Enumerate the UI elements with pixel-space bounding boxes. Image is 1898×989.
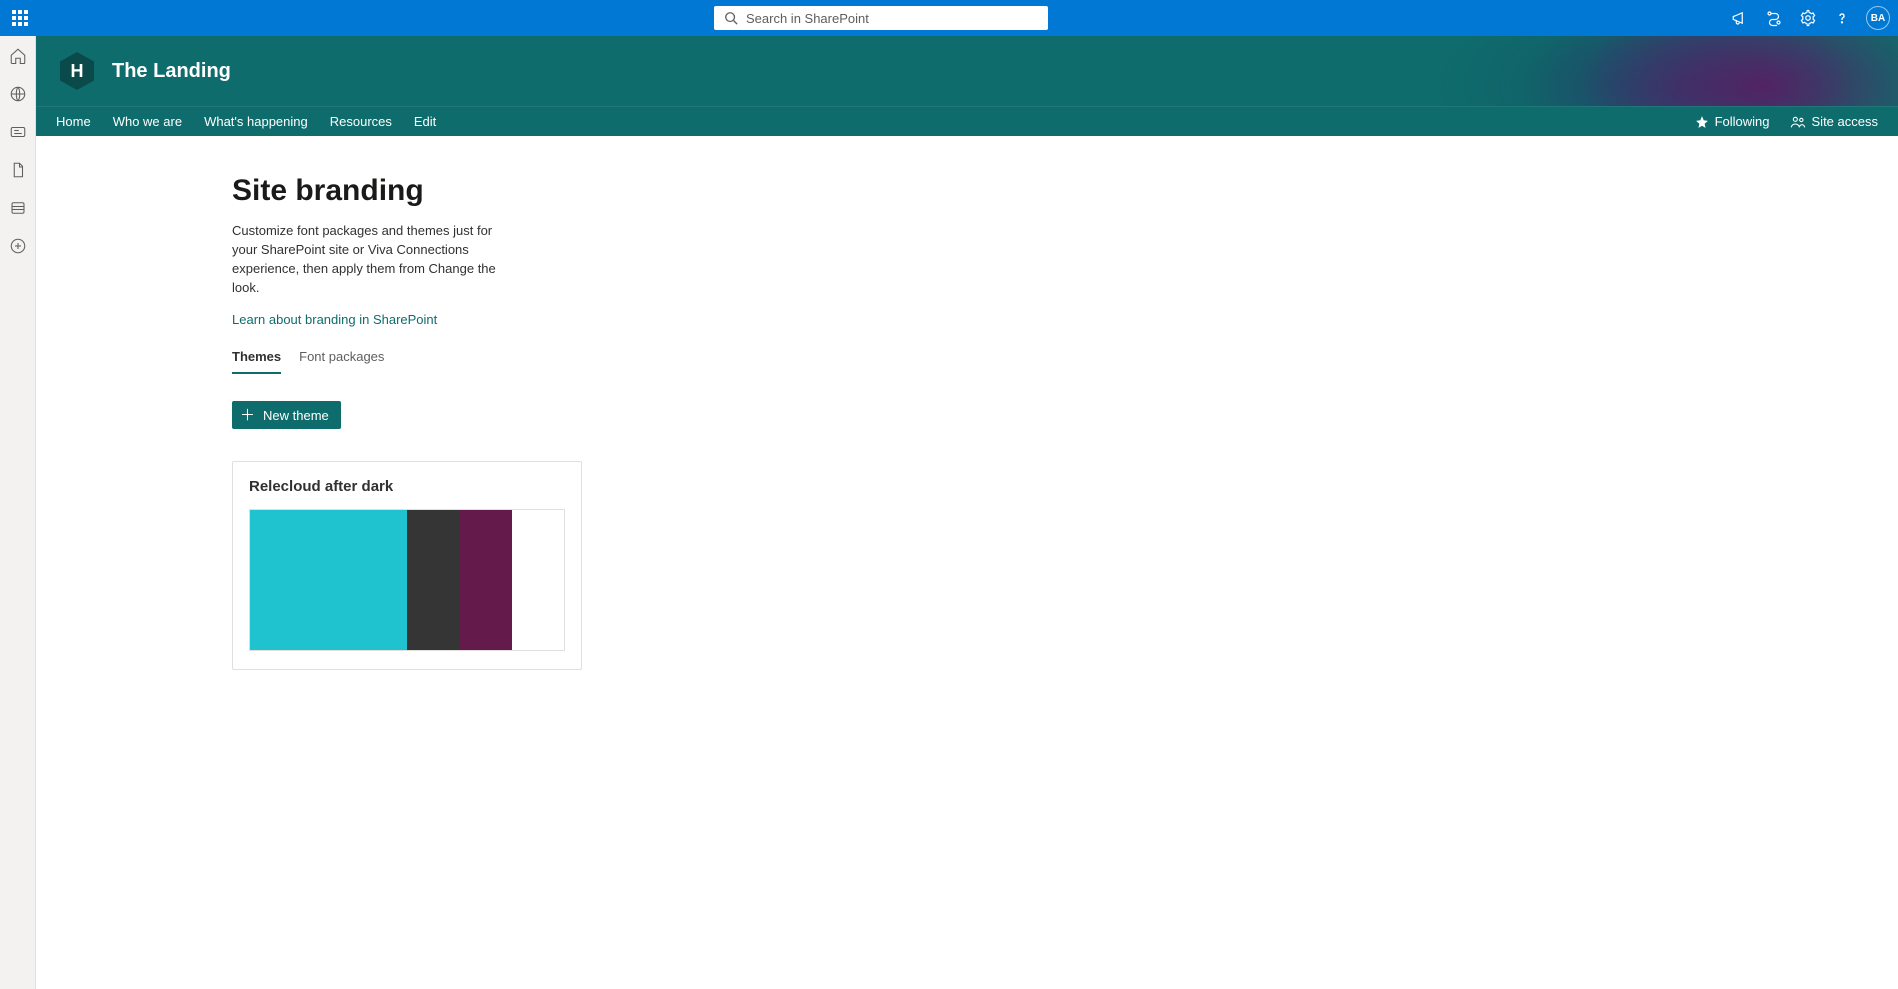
nav-happening[interactable]: What's happening	[204, 114, 308, 129]
app-launcher-icon[interactable]	[8, 6, 32, 30]
content: Site branding Customize font packages an…	[36, 136, 1898, 730]
learn-link[interactable]: Learn about branding in SharePoint	[232, 312, 437, 327]
site-nav: Home Who we are What's happening Resourc…	[36, 106, 1898, 136]
topbar-right: BA	[1730, 6, 1890, 30]
new-theme-button[interactable]: ＋ New theme	[232, 401, 341, 429]
settings-icon[interactable]	[1798, 8, 1818, 28]
star-icon	[1695, 115, 1709, 129]
nav-right: Following Site access	[1695, 114, 1878, 129]
suite-header: Search in SharePoint BA	[0, 0, 1898, 36]
page-description: Customize font packages and themes just …	[232, 222, 512, 297]
files-icon[interactable]	[8, 160, 28, 180]
flow-icon[interactable]	[1764, 8, 1784, 28]
site-access-button[interactable]: Site access	[1790, 114, 1878, 129]
nav-home[interactable]: Home	[56, 114, 91, 129]
site-header: H The Landing	[36, 36, 1898, 106]
nav-edit[interactable]: Edit	[414, 114, 436, 129]
new-theme-label: New theme	[263, 408, 329, 423]
megaphone-icon[interactable]	[1730, 8, 1750, 28]
nav-left: Home Who we are What's happening Resourc…	[56, 114, 436, 129]
lists-icon[interactable]	[8, 198, 28, 218]
page: H The Landing Home Who we are What's hap…	[36, 36, 1898, 989]
swatch-accent	[459, 510, 511, 650]
site-logo[interactable]: H	[60, 52, 94, 90]
following-label: Following	[1715, 114, 1770, 129]
search-placeholder: Search in SharePoint	[746, 11, 869, 26]
news-icon[interactable]	[8, 122, 28, 142]
swatch-primary	[250, 510, 407, 650]
tabs: Themes Font packages	[232, 349, 1834, 375]
tab-themes[interactable]: Themes	[232, 349, 281, 374]
following-button[interactable]: Following	[1695, 114, 1770, 129]
nav-who[interactable]: Who we are	[113, 114, 182, 129]
site-title[interactable]: The Landing	[112, 60, 231, 83]
theme-swatches	[249, 509, 565, 651]
swatch-background	[512, 510, 564, 650]
swatch-dark	[407, 510, 459, 650]
plus-icon: ＋	[240, 408, 255, 423]
nav-resources[interactable]: Resources	[330, 114, 392, 129]
page-title: Site branding	[232, 174, 1834, 208]
theme-card[interactable]: Relecloud after dark	[232, 461, 582, 670]
home-icon[interactable]	[8, 46, 28, 66]
main-area: H The Landing Home Who we are What's hap…	[0, 36, 1898, 989]
help-icon[interactable]	[1832, 8, 1852, 28]
app-bar	[0, 36, 36, 989]
globe-icon[interactable]	[8, 84, 28, 104]
theme-name: Relecloud after dark	[249, 478, 565, 495]
search-icon	[724, 11, 738, 25]
topbar-center: Search in SharePoint	[32, 6, 1730, 30]
user-avatar[interactable]: BA	[1866, 6, 1890, 30]
search-input[interactable]: Search in SharePoint	[714, 6, 1048, 30]
tab-font-packages[interactable]: Font packages	[299, 349, 384, 374]
people-icon	[1790, 115, 1806, 129]
site-access-label: Site access	[1812, 114, 1878, 129]
create-icon[interactable]	[8, 236, 28, 256]
